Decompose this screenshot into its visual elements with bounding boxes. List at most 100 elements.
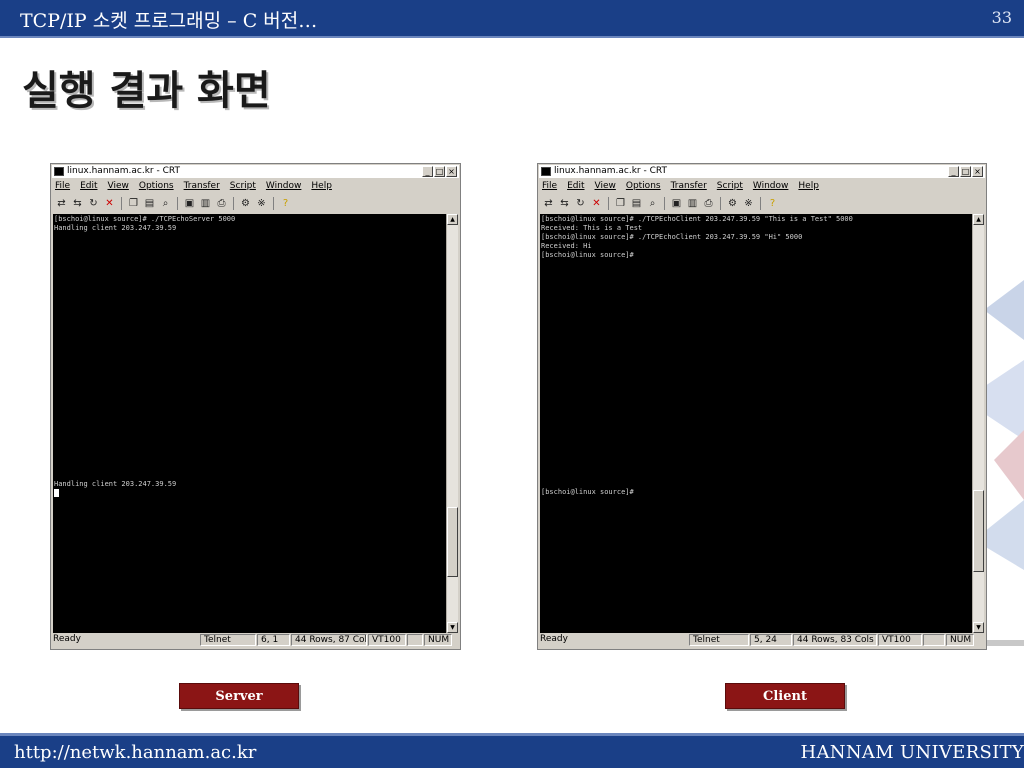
status-protocol: Telnet bbox=[689, 634, 749, 646]
header-title: TCP/IP 소켓 프로그래밍 – C 버전… bbox=[20, 10, 318, 32]
toolbar-separator bbox=[233, 196, 234, 210]
find-icon[interactable]: ⌕ bbox=[646, 197, 659, 210]
scroll-down-arrow[interactable]: ▼ bbox=[973, 622, 984, 633]
terminal-line: [bschoi@linux source]# bbox=[541, 488, 634, 496]
terminal-line: Handling client 203.247.39.59 bbox=[54, 480, 177, 488]
terminal-line: Received: This is a Test bbox=[541, 224, 643, 232]
paste-icon[interactable]: ▤ bbox=[143, 197, 156, 210]
menu-transfer[interactable]: Transfer bbox=[671, 179, 707, 193]
connect-icon[interactable]: ⇄ bbox=[542, 197, 555, 210]
print-icon[interactable]: ⎙ bbox=[215, 197, 228, 210]
menu-window[interactable]: Window bbox=[753, 179, 789, 193]
close-button[interactable]: × bbox=[972, 166, 983, 177]
status-size: 44 Rows, 83 Cols bbox=[793, 634, 877, 646]
menu-window[interactable]: Window bbox=[266, 179, 302, 193]
server-crt-window[interactable]: linux.hannam.ac.kr - CRT _ □ × File Edit… bbox=[50, 163, 461, 650]
toolbar-separator bbox=[664, 196, 665, 210]
quick-connect-icon[interactable]: ⇆ bbox=[71, 197, 84, 210]
menu-view[interactable]: View bbox=[595, 179, 616, 193]
menu-options[interactable]: Options bbox=[626, 179, 661, 193]
print-setup-icon[interactable]: ▣ bbox=[670, 197, 683, 210]
menu-edit[interactable]: Edit bbox=[567, 179, 584, 193]
status-bar: Ready Telnet 5, 24 44 Rows, 83 Cols VT10… bbox=[540, 633, 984, 647]
reconnect-icon[interactable]: ↻ bbox=[87, 197, 100, 210]
status-bar: Ready Telnet 6, 1 44 Rows, 87 Cols VT100… bbox=[53, 633, 458, 647]
help-icon[interactable]: ? bbox=[279, 197, 292, 210]
page-number: 33 bbox=[991, 8, 1012, 27]
minimize-button[interactable]: _ bbox=[422, 166, 433, 177]
scroll-up-arrow[interactable]: ▲ bbox=[447, 214, 458, 225]
print-icon[interactable]: ⎙ bbox=[702, 197, 715, 210]
status-terminal-type: VT100 bbox=[368, 634, 406, 646]
find-icon[interactable]: ⌕ bbox=[159, 197, 172, 210]
status-terminal-type: VT100 bbox=[878, 634, 922, 646]
menu-transfer[interactable]: Transfer bbox=[184, 179, 220, 193]
terminal-line: [bschoi@linux source]# ./TCPEchoClient 2… bbox=[541, 233, 803, 241]
status-cursor-position: 5, 24 bbox=[750, 634, 792, 646]
terminal-app-icon bbox=[541, 167, 551, 176]
terminal-line: [bschoi@linux source]# ./TCPEchoClient 2… bbox=[541, 215, 853, 223]
scroll-up-arrow[interactable]: ▲ bbox=[973, 214, 984, 225]
print-preview-icon[interactable]: ▥ bbox=[199, 197, 212, 210]
copy-icon[interactable]: ❐ bbox=[127, 197, 140, 210]
keymap-icon[interactable]: ※ bbox=[255, 197, 268, 210]
toolbar-separator bbox=[608, 196, 609, 210]
terminal-line: [bschoi@linux source]# ./TCPEchoServer 5… bbox=[54, 215, 236, 223]
paste-icon[interactable]: ▤ bbox=[630, 197, 643, 210]
vertical-scrollbar[interactable]: ▲ ▼ bbox=[972, 214, 984, 633]
footer-url[interactable]: http://netwk.hannam.ac.kr bbox=[14, 742, 256, 763]
menu-view[interactable]: View bbox=[108, 179, 129, 193]
status-protocol: Telnet bbox=[200, 634, 256, 646]
menu-help[interactable]: Help bbox=[311, 179, 332, 193]
status-num: NUM bbox=[424, 634, 452, 646]
menu-help[interactable]: Help bbox=[798, 179, 819, 193]
terminal-line: Handling client 203.247.39.59 bbox=[54, 224, 177, 232]
terminal-line: [bschoi@linux source]# bbox=[541, 251, 634, 259]
footer-bar: http://netwk.hannam.ac.kr HANNAM UNIVERS… bbox=[0, 736, 1024, 768]
server-titlebar[interactable]: linux.hannam.ac.kr - CRT _ □ × bbox=[52, 165, 459, 178]
print-preview-icon[interactable]: ▥ bbox=[686, 197, 699, 210]
status-blank bbox=[923, 634, 945, 646]
close-button[interactable]: × bbox=[446, 166, 457, 177]
minimize-button[interactable]: _ bbox=[948, 166, 959, 177]
reconnect-icon[interactable]: ↻ bbox=[574, 197, 587, 210]
help-icon[interactable]: ? bbox=[766, 197, 779, 210]
session-options-icon[interactable]: ⚙ bbox=[239, 197, 252, 210]
client-button[interactable]: Client bbox=[725, 683, 845, 709]
menu-file[interactable]: File bbox=[55, 179, 70, 193]
terminal-output[interactable]: [bschoi@linux source]# ./TCPEchoServer 5… bbox=[53, 214, 446, 633]
server-button[interactable]: Server bbox=[179, 683, 299, 709]
menu-file[interactable]: File bbox=[542, 179, 557, 193]
quick-connect-icon[interactable]: ⇆ bbox=[558, 197, 571, 210]
maximize-button[interactable]: □ bbox=[434, 166, 445, 177]
status-size: 44 Rows, 87 Cols bbox=[291, 634, 367, 646]
menu-edit[interactable]: Edit bbox=[80, 179, 97, 193]
terminal-cursor bbox=[54, 489, 59, 497]
scroll-thumb[interactable] bbox=[973, 490, 984, 572]
menu-script[interactable]: Script bbox=[717, 179, 743, 193]
maximize-button[interactable]: □ bbox=[960, 166, 971, 177]
keymap-icon[interactable]: ※ bbox=[742, 197, 755, 210]
toolbar-separator bbox=[273, 196, 274, 210]
vertical-scrollbar[interactable]: ▲ ▼ bbox=[446, 214, 458, 633]
toolbar: ⇄ ⇆ ↻ ✕ ❐ ▤ ⌕ ▣ ▥ ⎙ ⚙ ※ ? bbox=[540, 194, 984, 212]
terminal-output[interactable]: [bschoi@linux source]# ./TCPEchoClient 2… bbox=[540, 214, 972, 633]
status-ready: Ready bbox=[53, 634, 81, 644]
disconnect-icon[interactable]: ✕ bbox=[590, 197, 603, 210]
status-blank bbox=[407, 634, 423, 646]
scroll-thumb[interactable] bbox=[447, 507, 458, 577]
menu-bar: File Edit View Options Transfer Script W… bbox=[540, 179, 984, 193]
print-setup-icon[interactable]: ▣ bbox=[183, 197, 196, 210]
scroll-down-arrow[interactable]: ▼ bbox=[447, 622, 458, 633]
client-titlebar[interactable]: linux.hannam.ac.kr - CRT _ □ × bbox=[539, 165, 985, 178]
status-num: NUM bbox=[946, 634, 974, 646]
toolbar-separator bbox=[121, 196, 122, 210]
client-crt-window[interactable]: linux.hannam.ac.kr - CRT _ □ × File Edit… bbox=[537, 163, 987, 650]
session-options-icon[interactable]: ⚙ bbox=[726, 197, 739, 210]
connect-icon[interactable]: ⇄ bbox=[55, 197, 68, 210]
menu-script[interactable]: Script bbox=[230, 179, 256, 193]
disconnect-icon[interactable]: ✕ bbox=[103, 197, 116, 210]
menu-options[interactable]: Options bbox=[139, 179, 174, 193]
slide-title: 실행 결과 화면 bbox=[22, 68, 271, 114]
copy-icon[interactable]: ❐ bbox=[614, 197, 627, 210]
